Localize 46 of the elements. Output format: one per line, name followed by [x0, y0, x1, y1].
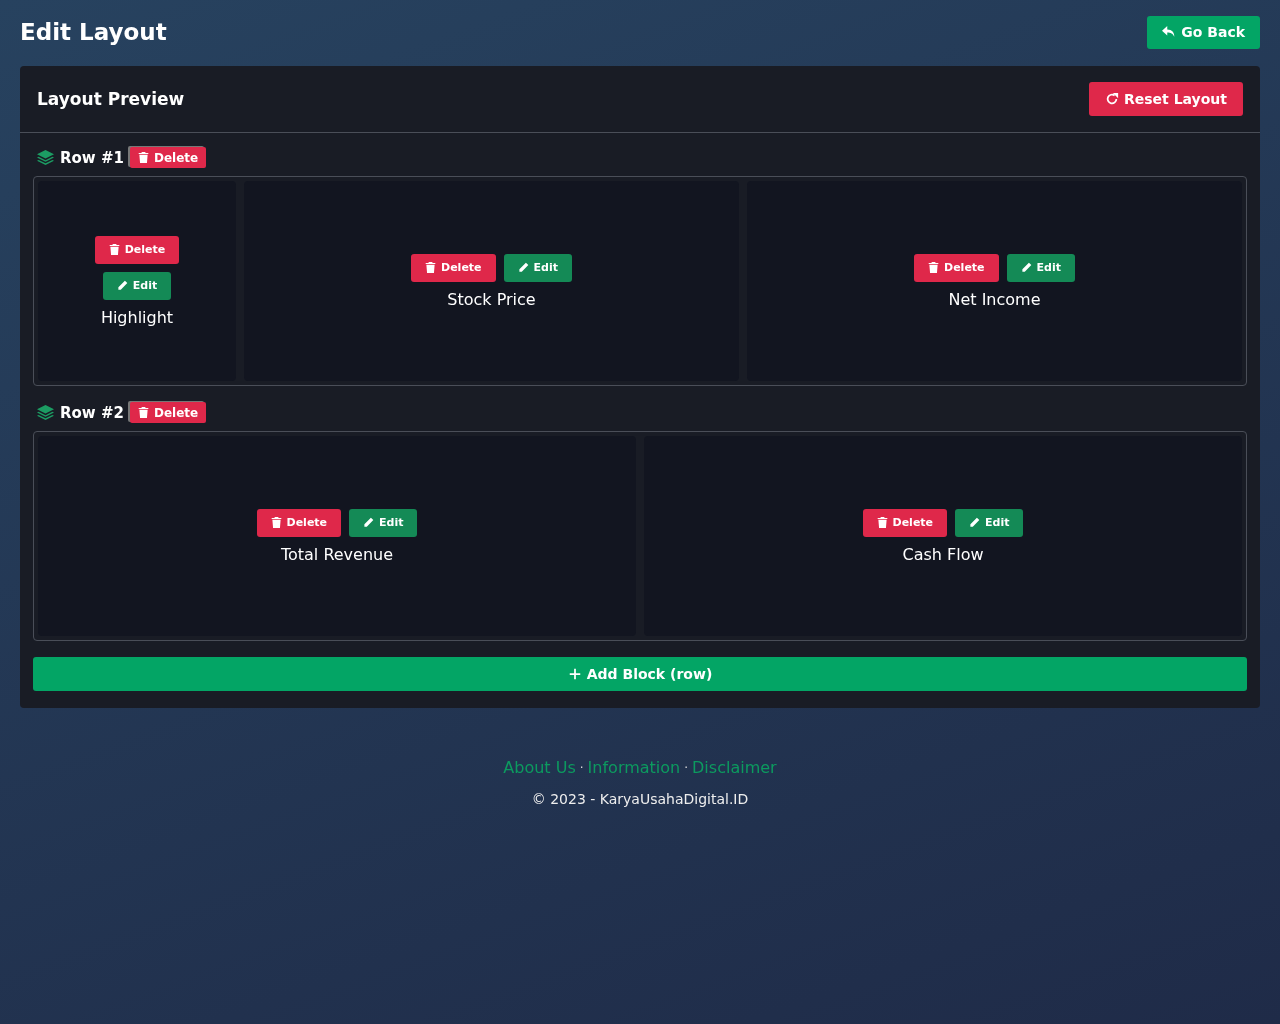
- row-label: Row #2: [60, 403, 124, 422]
- rotate-icon: [1105, 92, 1119, 106]
- edit-block-button[interactable]: Edit: [1006, 253, 1075, 282]
- edit-block-button[interactable]: Edit: [503, 253, 572, 282]
- footer-link[interactable]: Disclaimer: [692, 758, 777, 777]
- block-title: Cash Flow: [902, 544, 984, 564]
- block-title: Total Revenue: [280, 544, 394, 564]
- separator: ·: [684, 760, 689, 775]
- plus-icon: [567, 667, 582, 681]
- panel-title: Layout Preview: [37, 89, 185, 109]
- delete-block-button[interactable]: Delete: [862, 508, 948, 537]
- pencil-icon: [1020, 262, 1032, 273]
- block-title: Net Income: [948, 289, 1041, 309]
- trash-icon: [270, 517, 282, 528]
- pencil-icon: [116, 280, 128, 291]
- copyright-text: © 2023 - KaryaUsahaDigital.ID: [530, 791, 750, 807]
- block-title: Highlight: [100, 307, 174, 327]
- edit-block-button[interactable]: Edit: [955, 508, 1024, 537]
- footer-link[interactable]: Information: [587, 758, 681, 777]
- trash-icon: [108, 244, 120, 255]
- layers-icon: [37, 404, 54, 421]
- page-title: Edit Layout: [20, 19, 167, 45]
- layers-icon: [37, 149, 54, 166]
- go-back-button[interactable]: Go Back: [1147, 15, 1260, 49]
- row-label: Row #1: [60, 148, 124, 167]
- trash-icon: [137, 407, 149, 418]
- trash-icon: [928, 262, 939, 273]
- pencil-icon: [363, 517, 375, 528]
- pencil-icon: [969, 517, 981, 528]
- block-title: Stock Price: [447, 289, 536, 309]
- trash-icon: [425, 262, 436, 273]
- separator: ·: [579, 760, 584, 775]
- footer-link[interactable]: About Us: [503, 758, 576, 777]
- delete-row-button[interactable]: Delete: [129, 147, 207, 168]
- trash-icon: [137, 152, 149, 163]
- pencil-icon: [517, 262, 529, 273]
- delete-block-button[interactable]: Delete: [914, 253, 999, 282]
- reset-layout-button[interactable]: Reset Layout: [1089, 82, 1243, 116]
- edit-block-button[interactable]: Edit: [102, 271, 172, 300]
- delete-block-button[interactable]: Delete: [256, 508, 342, 537]
- add-block-button[interactable]: Add Block (row): [33, 657, 1247, 691]
- delete-block-button[interactable]: Delete: [94, 235, 180, 264]
- edit-block-button[interactable]: Edit: [349, 508, 418, 537]
- delete-block-button[interactable]: Delete: [411, 253, 496, 282]
- delete-row-button[interactable]: Delete: [129, 402, 207, 423]
- trash-icon: [876, 517, 888, 528]
